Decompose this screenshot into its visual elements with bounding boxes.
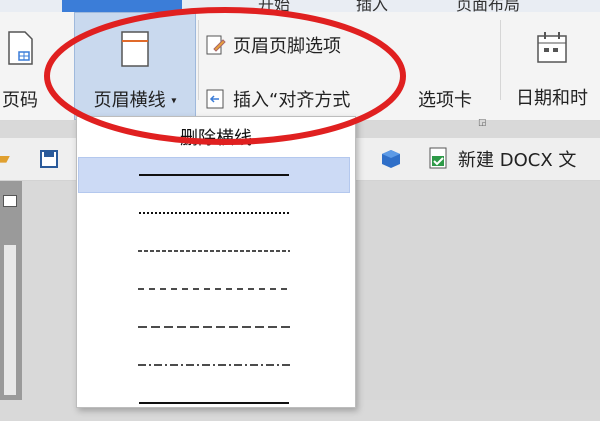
delete-line-option[interactable]: 删除横线 [77, 117, 355, 157]
folder-icon[interactable]: ▰ [0, 148, 10, 169]
date-time-label: 日期和时 [516, 88, 588, 109]
vertical-ruler [4, 245, 16, 395]
line-style-dash-dot[interactable] [78, 347, 350, 383]
page-number-button[interactable]: 页码 [2, 30, 38, 112]
line-style-dash-fine[interactable] [78, 233, 350, 269]
line-style-dotted[interactable] [78, 195, 350, 231]
page-number-label: 页码 [2, 90, 38, 111]
dialog-launcher-icon[interactable]: ◲ [478, 118, 487, 128]
header-line-dropdown: 删除横线 [76, 116, 356, 408]
line-preview-solid-2 [139, 402, 289, 404]
insert-align-tab-label: 插入“对齐方式 [233, 90, 351, 111]
line-preview-dashed [138, 288, 290, 290]
save-icon[interactable] [40, 150, 58, 168]
document-area [356, 181, 600, 400]
header-line-icon [121, 31, 149, 67]
header-line-button[interactable]: 页眉横线 ▾ [80, 30, 190, 112]
calendar-icon [537, 32, 567, 63]
line-preview-dotted [139, 212, 289, 214]
header-footer-options-label: 页眉页脚选项 [233, 36, 341, 57]
line-preview-solid [139, 174, 289, 176]
options-edit-icon [206, 35, 226, 55]
tab-stop-label[interactable]: 选项卡 [418, 86, 472, 112]
ruler-toggle-icon[interactable] [3, 195, 17, 207]
insert-align-icon [206, 89, 224, 109]
header-footer-options-button[interactable]: 页眉页脚选项 [205, 32, 341, 58]
chevron-down-icon: ▾ [171, 95, 177, 107]
line-style-solid-2[interactable] [78, 385, 350, 421]
page-number-icon [8, 31, 33, 65]
new-doc-icon[interactable] [428, 146, 450, 170]
ribbon-separator [198, 20, 199, 100]
insert-align-tab-button[interactable]: 插入“对齐方式 [205, 86, 350, 112]
line-preview-dash-fine [138, 250, 290, 252]
header-line-label: 页眉横线 [93, 90, 166, 111]
cube-icon[interactable] [380, 148, 402, 170]
ribbon-separator-2 [500, 20, 501, 100]
line-style-long-dash[interactable] [78, 309, 350, 345]
new-doc-label[interactable]: 新建 DOCX 文 [458, 146, 576, 172]
date-time-button[interactable]: 日期和时 [516, 30, 588, 110]
line-preview-dash-dot [138, 364, 290, 366]
line-style-solid[interactable] [78, 157, 350, 193]
active-tab[interactable] [62, 0, 182, 12]
line-preview-long-dash [138, 326, 290, 328]
line-style-dashed[interactable] [78, 271, 350, 307]
